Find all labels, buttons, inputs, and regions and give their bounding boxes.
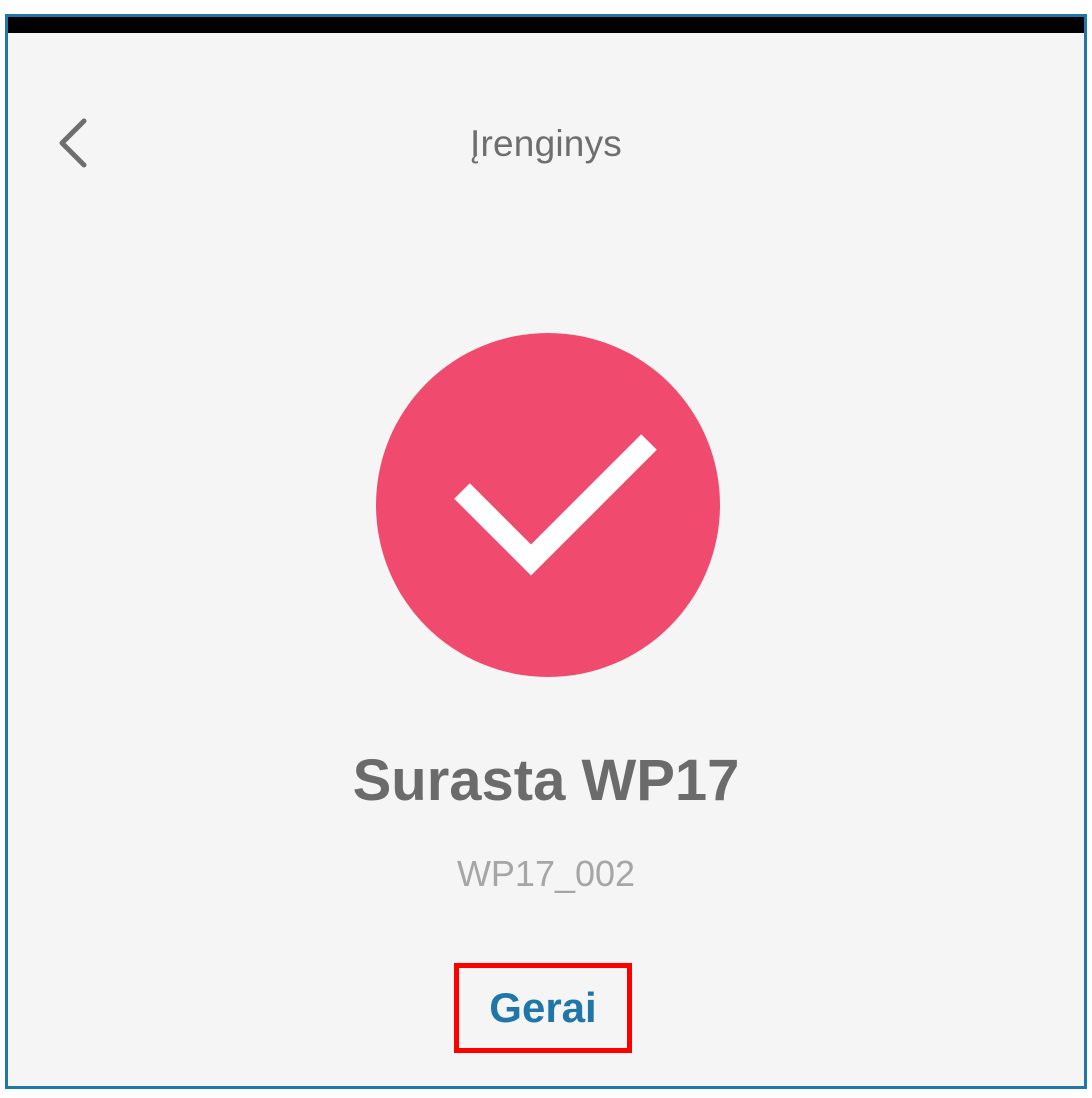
ok-button-label: Gerai bbox=[489, 984, 597, 1031]
success-indicator bbox=[376, 333, 720, 677]
page-title: Įrenginys bbox=[470, 123, 622, 164]
status-bar bbox=[8, 17, 1084, 33]
ok-button[interactable]: Gerai bbox=[454, 963, 632, 1053]
device-id: WP17_002 bbox=[456, 853, 636, 894]
device-name: Surasta WP17 bbox=[352, 748, 740, 813]
checkmark-circle-icon bbox=[376, 333, 720, 677]
device-found-screen: Įrenginys Surasta WP17 WP17_002 Gerai bbox=[5, 14, 1087, 1089]
